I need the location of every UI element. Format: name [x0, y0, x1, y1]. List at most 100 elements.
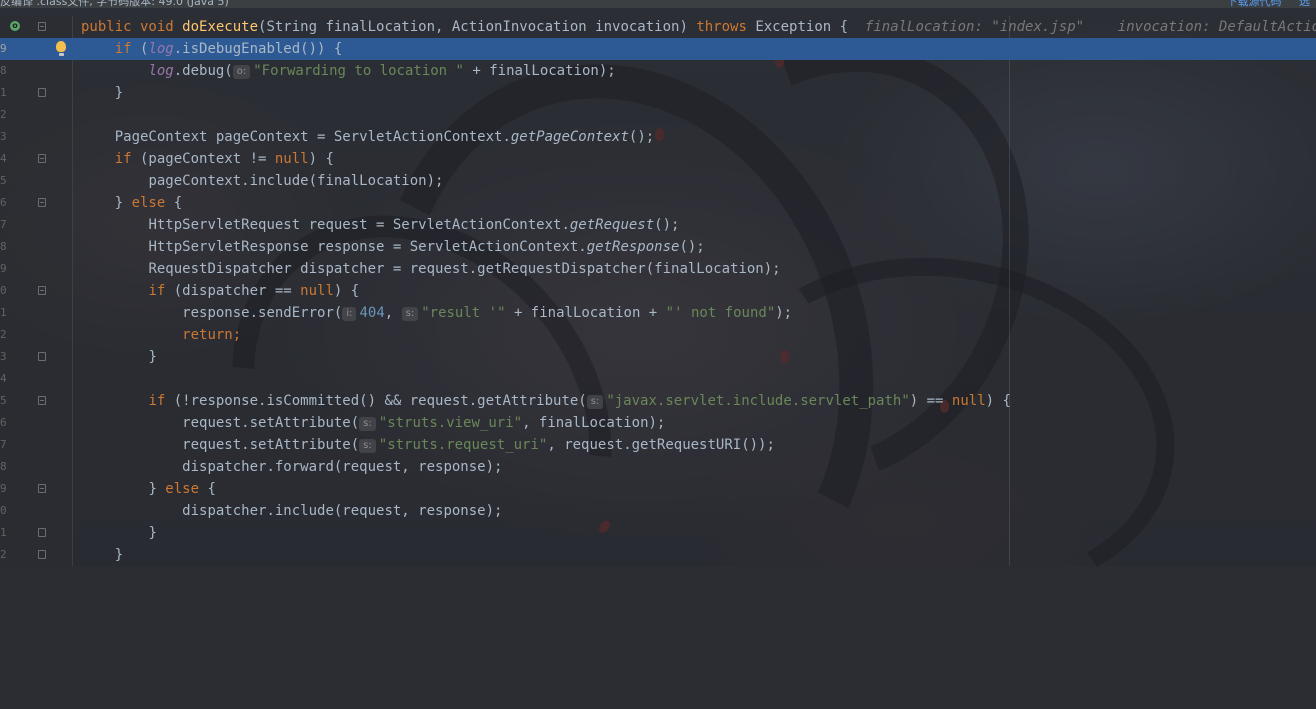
line-number: 8 — [0, 460, 7, 473]
code-text: .isDebugEnabled()) { — [173, 41, 343, 57]
string-literal: "javax.servlet.include.servlet_path" — [606, 393, 910, 409]
number-literal: 404 — [359, 305, 385, 321]
line-number: 2 — [0, 548, 7, 561]
line-number: 2 — [0, 108, 7, 121]
code-line[interactable]: 4 if (pageContext != null) { — [0, 148, 1316, 170]
code-text: ) == — [909, 393, 952, 409]
fold-end-icon[interactable] — [38, 352, 46, 361]
fold-toggle-icon[interactable] — [38, 286, 46, 295]
code-line[interactable]: 9 } else { — [0, 478, 1316, 500]
keyword: null — [951, 393, 986, 409]
line-number: 6 — [0, 416, 7, 429]
fold-end-icon[interactable] — [38, 88, 46, 97]
line-number: 5 — [0, 394, 7, 407]
code-text: ( — [131, 41, 149, 57]
code-text: } — [114, 547, 124, 563]
code-line[interactable]: 4 — [0, 368, 1316, 390]
intention-bulb-icon[interactable] — [56, 41, 66, 56]
fold-end-icon[interactable] — [38, 528, 46, 537]
string-literal: "Forwarding to location " — [253, 63, 464, 79]
code-text: .debug( — [173, 63, 233, 79]
code-text: ) { — [308, 151, 334, 167]
parameter-hint: s: — [401, 307, 419, 321]
keyword: if — [148, 283, 166, 299]
fold-toggle-icon[interactable] — [38, 22, 46, 31]
decompiled-info-text: 反编译 .class文件, 字节码版本: 49.0 (Java 5) — [0, 0, 229, 8]
code-line[interactable]: 6 } else { — [0, 192, 1316, 214]
code-text: (); — [679, 239, 705, 255]
code-line[interactable]: 8 dispatcher.forward(request, response); — [0, 456, 1316, 478]
choose-sources-link[interactable]: 选 — [1299, 0, 1310, 8]
code-line[interactable]: 2 } — [0, 544, 1316, 566]
code-line[interactable]: 1 } — [0, 82, 1316, 104]
line-number: 2 — [0, 328, 7, 341]
download-sources-link[interactable]: 下载源代码 — [1227, 0, 1282, 8]
code-text: HttpServletResponse response = ServletAc… — [148, 239, 587, 255]
static-field: log — [148, 63, 174, 79]
static-method-call: getResponse — [586, 239, 680, 255]
code-text: request.setAttribute( — [182, 415, 360, 431]
keyword: public void — [81, 19, 183, 35]
code-line[interactable]: 2 return; — [0, 324, 1316, 346]
code-text: request.setAttribute( — [182, 437, 360, 453]
code-line[interactable]: 9 RequestDispatcher dispatcher = request… — [0, 258, 1316, 280]
keyword: null — [274, 151, 309, 167]
keyword: if — [114, 41, 132, 57]
line-number: 6 — [0, 196, 7, 209]
code-line[interactable]: 2 — [0, 104, 1316, 126]
code-line[interactable]: 1 } — [0, 522, 1316, 544]
code-text: dispatcher.include(request, response); — [182, 503, 503, 519]
code-text: } — [148, 349, 157, 365]
code-line[interactable]: 5 pageContext.include(finalLocation); — [0, 170, 1316, 192]
keyword: if — [148, 393, 166, 409]
code-text: (); — [654, 217, 680, 233]
code-text: } — [148, 525, 157, 541]
code-line[interactable]: 7 request.setAttribute(s: "struts.request… — [0, 434, 1316, 456]
code-line[interactable]: 7 HttpServletRequest request = ServletAc… — [0, 214, 1316, 236]
line-number: 0 — [0, 504, 7, 517]
line-number: 3 — [0, 130, 7, 143]
keyword: null — [300, 283, 334, 299]
fold-toggle-icon[interactable] — [38, 154, 46, 163]
code-line[interactable]: 3 PageContext pageContext = ServletActio… — [0, 126, 1316, 148]
fold-toggle-icon[interactable] — [38, 484, 46, 493]
code-line[interactable]: 3 } — [0, 346, 1316, 368]
static-method-call: getPageContext — [510, 129, 629, 145]
code-line[interactable]: o public void doExecute(String finalLoca… — [0, 16, 1316, 38]
code-text: { — [199, 481, 216, 497]
fold-toggle-icon[interactable] — [38, 396, 46, 405]
code-line[interactable]: 5 if (!response.isCommitted() && request… — [0, 390, 1316, 412]
code-line[interactable]: 1 response.sendError(i: 404, s: "result '"… — [0, 302, 1316, 324]
inline-debug-value: finalLocation: "index.jsp" — [864, 19, 1085, 35]
method-name: doExecute — [182, 19, 259, 35]
code-text: , request.getRequestURI()); — [547, 437, 775, 453]
line-number: 1 — [0, 86, 7, 99]
fold-toggle-icon[interactable] — [38, 198, 46, 207]
code-text: PageContext pageContext = ServletActionC… — [114, 129, 511, 145]
override-method-icon[interactable]: o — [10, 21, 20, 31]
line-number: 7 — [0, 438, 7, 451]
code-line[interactable]: 0 if (dispatcher == null) { — [0, 280, 1316, 302]
line-number: 1 — [0, 306, 7, 319]
fold-end-icon[interactable] — [38, 550, 46, 559]
code-text: ) { — [985, 393, 1011, 409]
line-number: 8 — [0, 240, 7, 253]
string-literal: "struts.request_uri" — [378, 437, 548, 453]
string-literal: "result '" — [421, 305, 506, 321]
code-text: (!response.isCommitted() && request.getA… — [165, 393, 587, 409]
code-text: RequestDispatcher dispatcher = request.g… — [148, 261, 781, 277]
code-text: dispatcher.forward(request, response); — [182, 459, 503, 475]
code-text: } — [114, 85, 124, 101]
code-line[interactable]: 8 log.debug(o: "Forwarding to location " … — [0, 60, 1316, 82]
code-line[interactable]: 0 dispatcher.include(request, response); — [0, 500, 1316, 522]
code-line[interactable]: 8 HttpServletResponse response = Servlet… — [0, 236, 1316, 258]
code-text: ; — [232, 327, 242, 343]
code-line[interactable]: 6 request.setAttribute(s: "struts.view_ur… — [0, 412, 1316, 434]
keyword: else — [165, 481, 200, 497]
code-text: , finalLocation); — [522, 415, 666, 431]
code-line-current-execution[interactable]: 9 if (log.isDebugEnabled()) { — [0, 38, 1316, 60]
code-text: (dispatcher == — [165, 283, 301, 299]
code-text: HttpServletRequest request = ServletActi… — [148, 217, 570, 233]
code-text: (String finalLocation, ActionInvocation … — [258, 19, 697, 35]
keyword: else — [131, 195, 166, 211]
